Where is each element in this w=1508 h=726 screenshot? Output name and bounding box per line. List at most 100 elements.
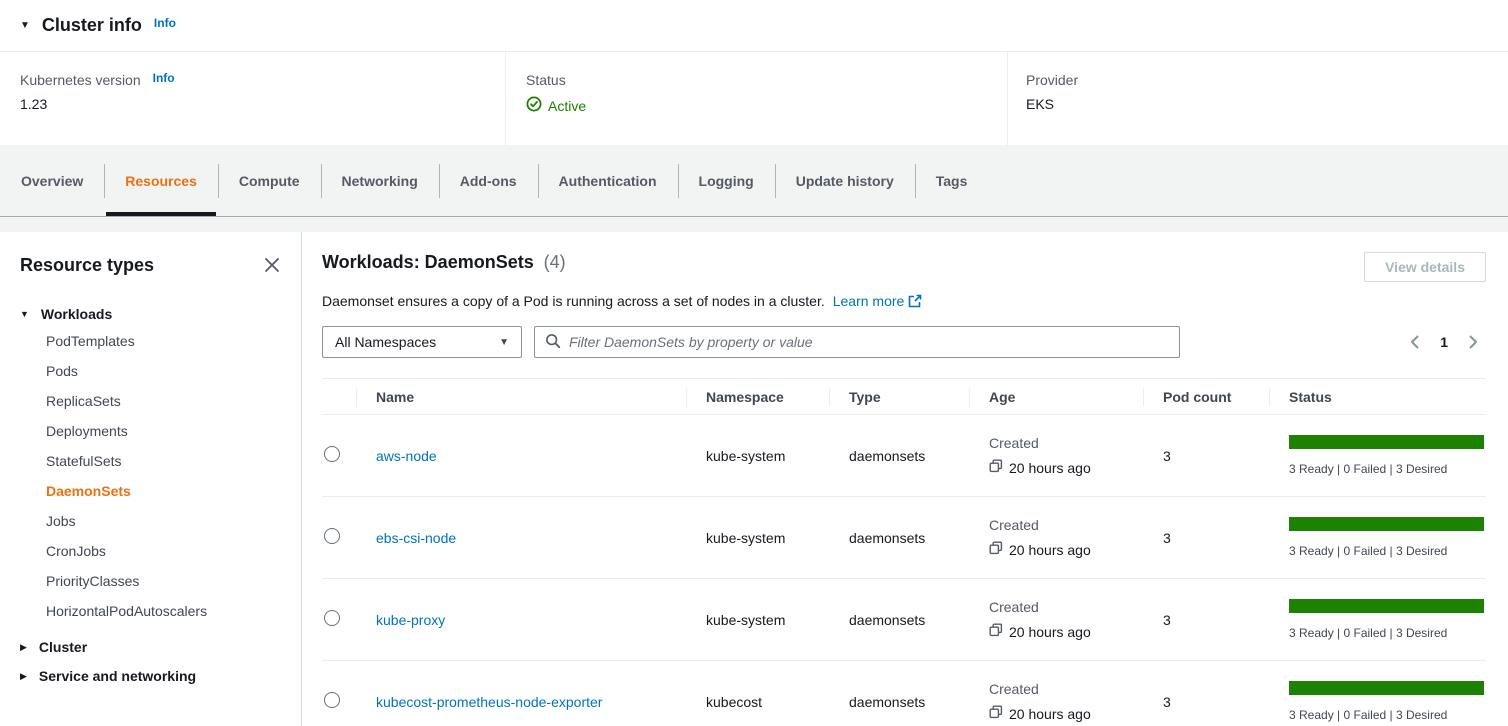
filter-search-box[interactable] [534,326,1180,358]
copy-icon[interactable] [989,541,1003,558]
sidebar-item[interactable]: Deployments [46,416,283,446]
column-header-age[interactable]: Age [969,379,1143,415]
panel-description: Daemonset ensures a copy of a Pod is run… [322,292,1486,309]
status-label: Status [526,72,566,88]
copy-icon[interactable] [989,705,1003,722]
tab[interactable]: Tags [915,145,989,216]
sidebar-group[interactable]: ▶ Cluster [20,639,283,655]
external-link-icon [908,295,922,311]
previous-page-icon[interactable] [1408,333,1422,351]
cluster-info-header: ▼ Cluster info Info [0,0,1508,52]
close-icon[interactable] [261,254,283,276]
current-page[interactable]: 1 [1440,334,1448,350]
status-text: 3 Ready | 0 Failed | 3 Desired [1289,462,1486,476]
sidebar-item[interactable]: CronJobs [46,536,283,566]
chevron-down-icon: ▼ [499,337,509,348]
resource-types-title: Resource types [20,255,154,276]
tab[interactable]: Resources [104,145,218,216]
row-radio-button[interactable] [324,446,340,462]
column-header-name[interactable]: Name [356,379,686,415]
column-header-namespace[interactable]: Namespace [686,379,829,415]
table-header-row: Name Namespace Type Age Pod count Status [322,379,1486,415]
age-label: Created [989,435,1143,451]
sidebar-group[interactable]: ▶ Service and networking [20,668,283,684]
age-label: Created [989,681,1143,697]
sidebar-group-workloads[interactable]: ▼ Workloads [20,306,283,322]
namespace-cell: kubecost [706,694,762,710]
pod-count-cell: 3 [1163,448,1171,464]
sidebar-item[interactable]: Pods [46,356,283,386]
kubernetes-version-info-link[interactable]: Info [153,71,175,85]
collapse-caret-icon[interactable]: ▼ [20,20,30,31]
view-details-button[interactable]: View details [1364,252,1486,282]
namespace-select-value: All Namespaces [335,334,436,350]
row-radio-button[interactable] [324,610,340,626]
expand-caret-icon: ▶ [20,671,27,682]
column-header-type[interactable]: Type [829,379,969,415]
age-value: 20 hours ago [1009,624,1091,640]
type-cell: daemonsets [849,694,925,710]
sidebar-item[interactable]: Jobs [46,506,283,536]
page-title: Cluster info [42,15,142,36]
status-bar [1289,435,1484,449]
namespace-select[interactable]: All Namespaces ▼ [322,326,522,358]
status-bar [1289,599,1484,613]
workloads-group-label: Workloads [41,306,112,322]
tab[interactable]: Update history [775,145,915,216]
learn-more-link[interactable]: Learn more [833,293,905,309]
next-page-icon[interactable] [1466,333,1480,351]
age-value: 20 hours ago [1009,706,1091,722]
tab[interactable]: Add-ons [439,145,538,216]
column-header-pod-count[interactable]: Pod count [1143,379,1269,415]
kubernetes-version-value: 1.23 [20,96,505,112]
tab-list: Overview Resources Compute Networking Ad… [0,145,1508,217]
sidebar-item[interactable]: ReplicaSets [46,386,283,416]
tab[interactable]: Overview [0,145,104,216]
age-label: Created [989,517,1143,533]
tab[interactable]: Authentication [538,145,678,216]
namespace-cell: kube-system [706,612,785,628]
pagination: 1 [1408,333,1486,351]
pod-count-cell: 3 [1163,694,1171,710]
type-cell: daemonsets [849,448,925,464]
row-radio-button[interactable] [324,528,340,544]
column-header-status[interactable]: Status [1269,379,1486,415]
tab[interactable]: Networking [321,145,439,216]
age-value: 20 hours ago [1009,460,1091,476]
daemonset-name-link[interactable]: kube-proxy [376,612,445,628]
sidebar-item[interactable]: PriorityClasses [46,566,283,596]
pod-count-cell: 3 [1163,530,1171,546]
copy-icon[interactable] [989,459,1003,476]
age-value: 20 hours ago [1009,542,1091,558]
sidebar-item[interactable]: HorizontalPodAutoscalers [46,596,283,626]
collapsed-groups: ▶ Cluster ▶ Service and networking [20,639,283,684]
tab[interactable]: Compute [218,145,321,216]
copy-icon[interactable] [989,623,1003,640]
tabs-band: Overview Resources Compute Networking Ad… [0,145,1508,232]
cluster-info-info-link[interactable]: Info [154,16,176,30]
resource-tree: ▼ Workloads PodTemplates Pods ReplicaSet… [20,306,283,684]
overview-panel: Kubernetes version Info 1.23 Status Acti… [0,52,1508,145]
provider-value: EKS [1026,96,1508,112]
kubernetes-version-field: Kubernetes version Info 1.23 [0,52,505,145]
sidebar-item[interactable]: DaemonSets [46,476,283,506]
sidebar-item[interactable]: PodTemplates [46,326,283,356]
row-radio-button[interactable] [324,692,340,708]
status-text: 3 Ready | 0 Failed | 3 Desired [1289,544,1486,558]
pod-count-cell: 3 [1163,612,1171,628]
kubernetes-version-label: Kubernetes version [20,72,141,88]
check-circle-icon [526,96,542,115]
status-value: Active [548,98,586,114]
search-icon [545,333,561,352]
resource-types-panel: Resource types ▼ Workloads PodTemplates … [0,232,302,726]
panel-title: Workloads: DaemonSets [322,252,534,272]
tab[interactable]: Logging [678,145,775,216]
daemonset-name-link[interactable]: ebs-csi-node [376,530,456,546]
table-row: aws-node kube-system daemonsets Created … [322,415,1486,497]
sidebar-item[interactable]: StatefulSets [46,446,283,476]
daemonset-name-link[interactable]: kubecost-prometheus-node-exporter [376,694,602,710]
daemonsets-panel: Workloads: DaemonSets (4) View details D… [302,232,1508,726]
status-bar [1289,681,1484,695]
daemonset-name-link[interactable]: aws-node [376,448,437,464]
filter-input[interactable] [569,334,1169,350]
